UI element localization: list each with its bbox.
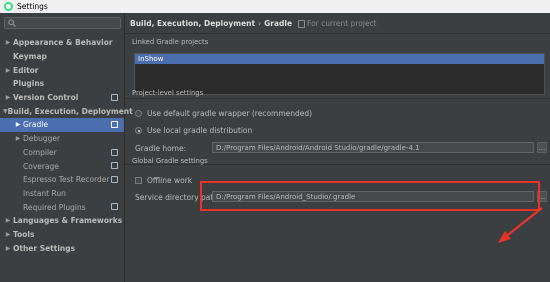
sidebar-item-instant-run[interactable]: Instant Run xyxy=(0,187,124,201)
list-item[interactable]: InShow xyxy=(135,54,544,64)
sidebar-item-label: Espresso Test Recorder xyxy=(23,175,110,185)
expand-arrow-icon[interactable]: ▶ xyxy=(3,231,13,238)
project-scope-icon xyxy=(111,162,118,170)
sidebar-item-label: Coverage xyxy=(23,161,59,171)
breadcrumb: Build, Execution, Deployment › Gradle Fo… xyxy=(130,19,377,28)
sidebar-item-appearance-behavior[interactable]: ▶ Appearance & Behavior xyxy=(0,36,124,50)
expand-arrow-icon[interactable]: ▶ xyxy=(13,135,23,142)
offline-work-option[interactable]: Offline work xyxy=(135,176,192,185)
sidebar-item-plugins[interactable]: Plugins xyxy=(0,77,124,91)
project-scope-icon xyxy=(298,19,306,28)
offline-work-label: Offline work xyxy=(147,176,193,185)
android-studio-icon xyxy=(4,2,13,11)
scope-indicator: For current project xyxy=(298,19,377,28)
settings-search[interactable] xyxy=(4,17,121,29)
window-title: Settings xyxy=(17,2,48,11)
sidebar-item-other-settings[interactable]: ▶ Other Settings xyxy=(0,241,124,255)
sidebar-item-debugger[interactable]: ▶ Debugger xyxy=(0,132,124,146)
expand-arrow-icon[interactable]: ▶ xyxy=(3,67,13,74)
divider xyxy=(125,98,550,99)
linked-projects-label: Linked Gradle projects xyxy=(132,38,209,46)
sidebar-item-languages-frameworks[interactable]: ▶ Languages & Frameworks xyxy=(0,214,124,228)
sidebar-item-coverage[interactable]: Coverage xyxy=(0,159,124,173)
sidebar-item-gradle[interactable]: ▶ Gradle xyxy=(0,118,124,132)
sidebar-item-label: Required Plugins xyxy=(23,202,86,212)
sidebar-item-label: Other Settings xyxy=(13,243,76,253)
gradle-home-field[interactable]: D:/Program Files/Android/Android Studio/… xyxy=(212,142,534,153)
expand-arrow-icon[interactable]: ▶ xyxy=(3,39,13,46)
sidebar-item-label: Plugins xyxy=(13,79,45,89)
default-wrapper-label: Use default gradle wrapper (recommended) xyxy=(147,109,313,118)
sidebar-item-label: Tools xyxy=(13,229,35,239)
sidebar-item-label: Languages & Frameworks xyxy=(13,216,123,226)
search-input[interactable] xyxy=(16,19,120,27)
sidebar-item-label: Gradle xyxy=(23,120,48,130)
breadcrumb-current: Gradle xyxy=(264,19,293,28)
sidebar-item-label: Build, Execution, Deployment xyxy=(7,106,133,116)
sidebar-item-build-execution-deployment[interactable]: ▼ Build, Execution, Deployment xyxy=(0,104,133,118)
settings-tree: ▶ Appearance & Behavior Keymap ▶ Editor … xyxy=(0,36,133,255)
default-wrapper-option[interactable]: Use default gradle wrapper (recommended) xyxy=(135,109,312,118)
sidebar-item-label: Keymap xyxy=(13,52,47,62)
expand-arrow-icon[interactable]: ▶ xyxy=(3,245,13,252)
project-scope-icon xyxy=(111,203,118,211)
sidebar-item-tools[interactable]: ▶ Tools xyxy=(0,228,124,242)
sidebar-item-version-control[interactable]: ▶ Version Control xyxy=(0,91,124,105)
local-distribution-label: Use local gradle distribution xyxy=(147,126,253,135)
project-scope-icon xyxy=(111,148,118,156)
search-icon xyxy=(7,18,17,28)
gradle-home-browse-button[interactable]: ... xyxy=(537,142,547,153)
sidebar-item-label: Version Control xyxy=(13,93,79,103)
sidebar-item-compiler[interactable]: Compiler xyxy=(0,146,124,160)
divider xyxy=(125,33,550,34)
expand-arrow-icon[interactable]: ▶ xyxy=(3,94,13,101)
project-scope-icon xyxy=(111,121,118,129)
expand-arrow-icon[interactable]: ▶ xyxy=(3,217,13,224)
scope-label: For current project xyxy=(307,19,377,28)
breadcrumb-parent: Build, Execution, Deployment xyxy=(130,19,256,28)
project-level-settings-label: Project-level settings xyxy=(132,89,204,97)
breadcrumb-separator: › xyxy=(258,19,262,28)
window-title-bar: Settings xyxy=(0,0,550,13)
sidebar-item-label: Debugger xyxy=(23,134,61,144)
offline-work-checkbox[interactable] xyxy=(135,177,142,184)
project-scope-icon xyxy=(111,93,118,101)
sidebar-item-editor[interactable]: ▶ Editor xyxy=(0,63,124,77)
local-distribution-option[interactable]: Use local gradle distribution xyxy=(135,126,252,135)
default-wrapper-radio[interactable] xyxy=(135,110,142,117)
sidebar-item-label: Instant Run xyxy=(23,188,66,198)
global-gradle-settings-label: Global Gradle settings xyxy=(132,157,208,165)
sidebar-item-label: Compiler xyxy=(23,147,57,157)
sidebar-item-espresso-test-recorder[interactable]: Espresso Test Recorder xyxy=(0,173,124,187)
gradle-home-label: Gradle home: xyxy=(135,144,187,153)
project-scope-icon xyxy=(111,175,118,183)
settings-sidebar: ▶ Appearance & Behavior Keymap ▶ Editor … xyxy=(0,13,133,282)
annotation-arrow-icon xyxy=(498,207,543,243)
sidebar-item-label: Editor xyxy=(13,65,39,75)
sidebar-item-label: Appearance & Behavior xyxy=(13,38,113,48)
local-distribution-radio[interactable] xyxy=(135,127,142,134)
sidebar-item-keymap[interactable]: Keymap xyxy=(0,50,124,64)
sidebar-item-required-plugins[interactable]: Required Plugins xyxy=(0,200,124,214)
expand-arrow-icon[interactable]: ▶ xyxy=(13,121,23,128)
